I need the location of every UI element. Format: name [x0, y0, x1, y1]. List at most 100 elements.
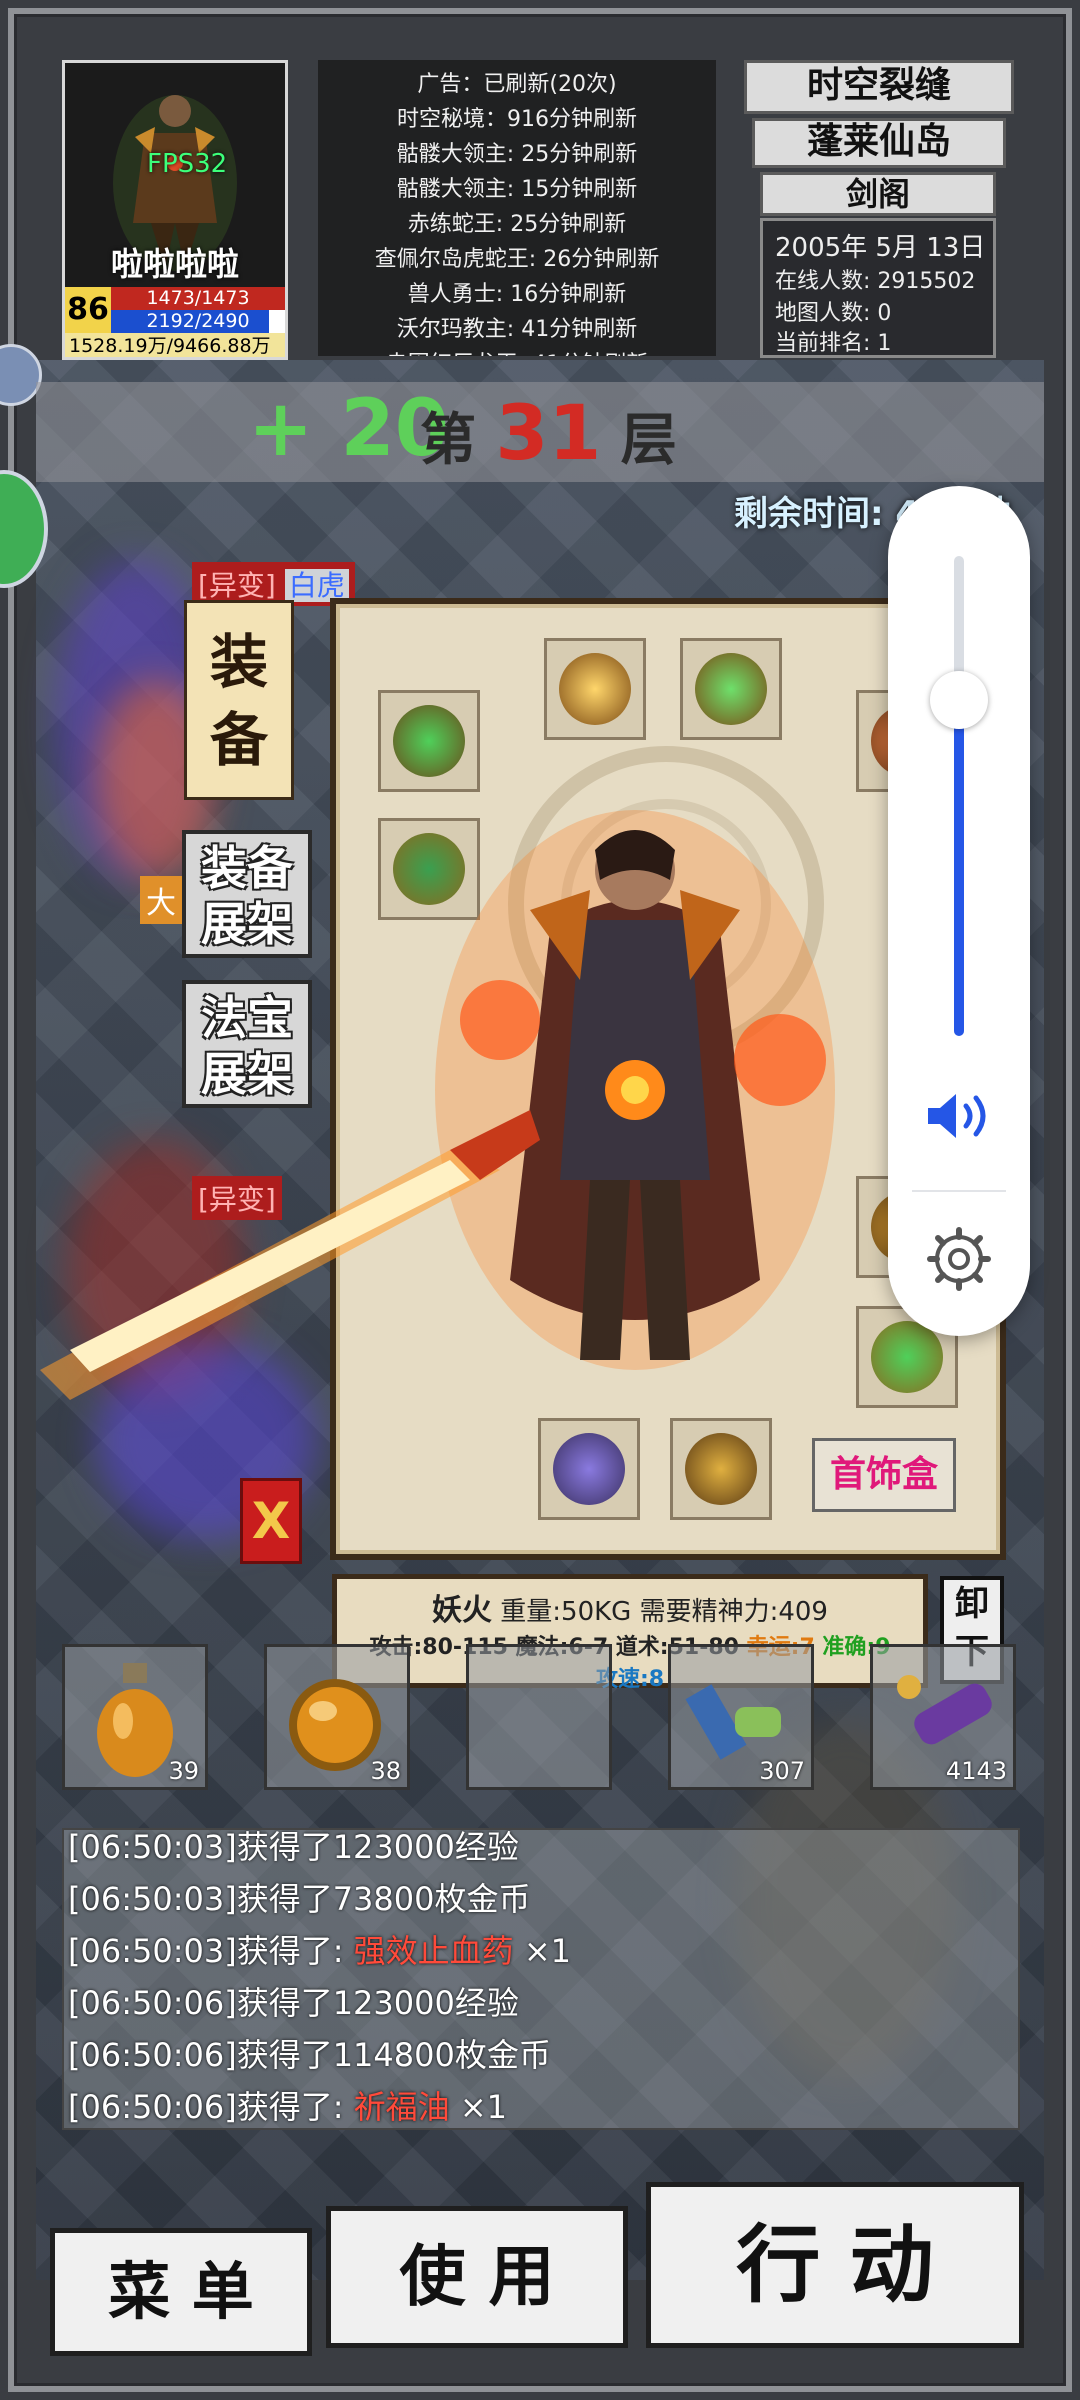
log-text: 获得了73800枚金币 [236, 1880, 531, 1918]
mp-bar: 2192/2490 [111, 310, 285, 333]
floor-number: 31 [495, 388, 602, 477]
boots-icon [685, 1433, 757, 1505]
log-text: 获得了123000经验 [236, 1828, 519, 1866]
mp-bar-empty [269, 310, 285, 333]
floor-prefix: 第 [420, 408, 476, 473]
action-button[interactable]: 行 动 [646, 2182, 1024, 2348]
treasure-shelf-line2: 展架 [201, 1047, 293, 1101]
boss-timer-ad[interactable]: 广告：已刷新(20次) [318, 66, 716, 98]
log-line: [06:50:03]获得了73800枚金币 [68, 1874, 531, 1920]
log-time: [06:50:06] [68, 1984, 237, 2022]
item-count: 307 [759, 1757, 805, 1785]
quick-slot-5[interactable]: 4143 [870, 1644, 1016, 1790]
log-line: [06:50:03]获得了: 强效止血药 ×1 [68, 1926, 571, 1972]
player-portrait-panel[interactable]: FPS32 啦啦啦啦 86 1473/1473 2192/2490 1528.1… [62, 60, 288, 360]
log-qty: ×1 [449, 2088, 508, 2126]
equipment-tab-label: 装备 [209, 628, 268, 774]
server-stats-panel: 2005年 5月 13日 在线人数: 2915502 地图人数: 0 当前排名:… [760, 218, 996, 358]
treasure-shelf-line1: 法宝 [201, 991, 293, 1045]
log-line: [06:50:06]获得了114800枚金币 [68, 2030, 551, 2076]
log-time: [06:50:06] [68, 2088, 237, 2126]
island-button[interactable]: 蓬莱仙岛 [752, 118, 1006, 168]
boss-timer-item: 骷髅大领主: 15分钟刷新 [396, 177, 638, 202]
boss-timer-item: 赤固红巨龙王: 41分钟刷新 [318, 346, 716, 356]
armlet-icon [871, 1321, 943, 1393]
zone-button[interactable]: 时空裂缝 [744, 60, 1014, 114]
floor-bonus: + 20 [248, 384, 450, 474]
volume-slider-track[interactable] [954, 556, 964, 1036]
item-weight-req: 重量:50KG 需要精神力:409 [500, 1597, 828, 1627]
mp-value: 2192/2490 [146, 310, 250, 332]
boss-timer-item: 骷髅大领主: 25分钟刷新 [396, 142, 638, 167]
use-button[interactable]: 使 用 [326, 2206, 628, 2348]
quick-slot-1[interactable]: 39 [62, 1644, 208, 1790]
log-text: 获得了: [236, 2088, 354, 2126]
treasure-shelf-button[interactable]: 法宝 展架 [182, 980, 312, 1108]
quick-slot-4[interactable]: 307 [668, 1644, 814, 1790]
boss-timer-item: 查佩尔岛虎蛇王: 26分钟刷新 [374, 247, 660, 272]
quick-slot-3[interactable] [466, 1644, 612, 1790]
equip-slot-boots[interactable] [670, 1418, 772, 1520]
equip-shelf-line1: 装备 [201, 841, 293, 895]
fps-counter: FPS32 [147, 149, 228, 179]
item-title-row: 妖火 重量:50KG 需要精神力:409 [337, 1585, 923, 1629]
online-count: 在线人数: 2915502 [775, 269, 976, 294]
flaming-sword-effect [40, 1110, 540, 1400]
helmet-icon [559, 653, 631, 725]
volume-slider-thumb[interactable] [930, 671, 988, 729]
equip-shelf-line2: 展架 [201, 897, 293, 951]
floor-suffix: 层 [620, 408, 677, 473]
item-stats-row: 攻击:80-115 魔法:6-7 道术:51-80 幸运:7 准确:9 [337, 1629, 923, 1661]
equipment-tab[interactable]: 装备 [184, 600, 294, 800]
boss-timer-item: 时空秘境：916分钟刷新 [397, 107, 637, 132]
equip-shelf-button[interactable]: 装备 展架 [182, 830, 312, 958]
volume-slider-fill [954, 700, 964, 1036]
log-time: [06:50:03] [68, 1880, 237, 1918]
big-tag: 大 [140, 876, 182, 924]
boss-timer-item: 沃尔玛教主: 41分钟刷新 [396, 317, 638, 342]
boss-timer-list[interactable]: 广告：已刷新(20次) 时空秘境：916分钟刷新 骷髅大领主: 25分钟刷新 骷… [318, 60, 716, 356]
equip-slot-helmet[interactable] [544, 638, 646, 740]
log-line: [06:50:03]获得了123000经验 [68, 1828, 519, 1868]
log-time: [06:50:03] [68, 1828, 237, 1866]
mutant-tag-label: [异变] [198, 569, 276, 602]
item-name: 妖火 [432, 1593, 493, 1628]
log-qty: ×1 [513, 1932, 572, 1970]
equip-slot-necklace[interactable] [680, 638, 782, 740]
volume-control-panel [888, 486, 1030, 1336]
volume-divider [912, 1190, 1006, 1192]
log-line: [06:50:06]获得了: 祈福油 ×1 [68, 2082, 507, 2128]
hp-bar: 1473/1473 [111, 287, 285, 310]
unequip-line1: 卸 [955, 1584, 989, 1624]
boss-timer-item: 兽人勇士: 16分钟刷新 [407, 282, 627, 307]
log-text: 获得了114800枚金币 [236, 2036, 551, 2074]
floor-indicator: 第 31 层 [420, 388, 677, 477]
quick-slot-2[interactable]: 38 [264, 1644, 410, 1790]
map-count: 地图人数: 0 [775, 301, 892, 326]
item-count: 39 [168, 1757, 199, 1785]
log-time: [06:50:03] [68, 1932, 237, 1970]
exp-bar: 1528.19万/9466.88万 [65, 333, 285, 357]
necklace-icon [695, 653, 767, 725]
area-button[interactable]: 剑阁 [760, 172, 996, 216]
player-name: 啦啦啦啦 [110, 245, 239, 283]
item-count: 38 [370, 1757, 401, 1785]
settings-gear-icon[interactable] [926, 1226, 992, 1292]
game-date: 2005年 5月 13日 [775, 233, 986, 263]
close-button[interactable]: X [240, 1478, 302, 1564]
log-text: 获得了123000经验 [236, 1984, 519, 2022]
item-count: 4143 [945, 1757, 1007, 1785]
belt-icon [553, 1433, 625, 1505]
event-log[interactable]: [06:50:03]获得了123000经验 [06:50:03]获得了73800… [62, 1828, 1020, 2130]
item-speed: 攻速:8 [595, 1667, 665, 1692]
log-item: 强效止血药 [353, 1932, 514, 1970]
jewelry-box-button[interactable]: 首饰盒 [812, 1438, 956, 1512]
log-time: [06:50:06] [68, 2036, 237, 2074]
equip-slot-belt[interactable] [538, 1418, 640, 1520]
menu-button[interactable]: 菜 单 [50, 2228, 312, 2356]
log-text: 获得了: [236, 1932, 354, 1970]
log-line: [06:50:06]获得了123000经验 [68, 1978, 519, 2024]
speaker-icon[interactable] [922, 1086, 998, 1146]
boss-timer-item: 赤练蛇王: 25分钟刷新 [407, 212, 627, 237]
current-rank: 当前排名: 1 [775, 331, 892, 356]
